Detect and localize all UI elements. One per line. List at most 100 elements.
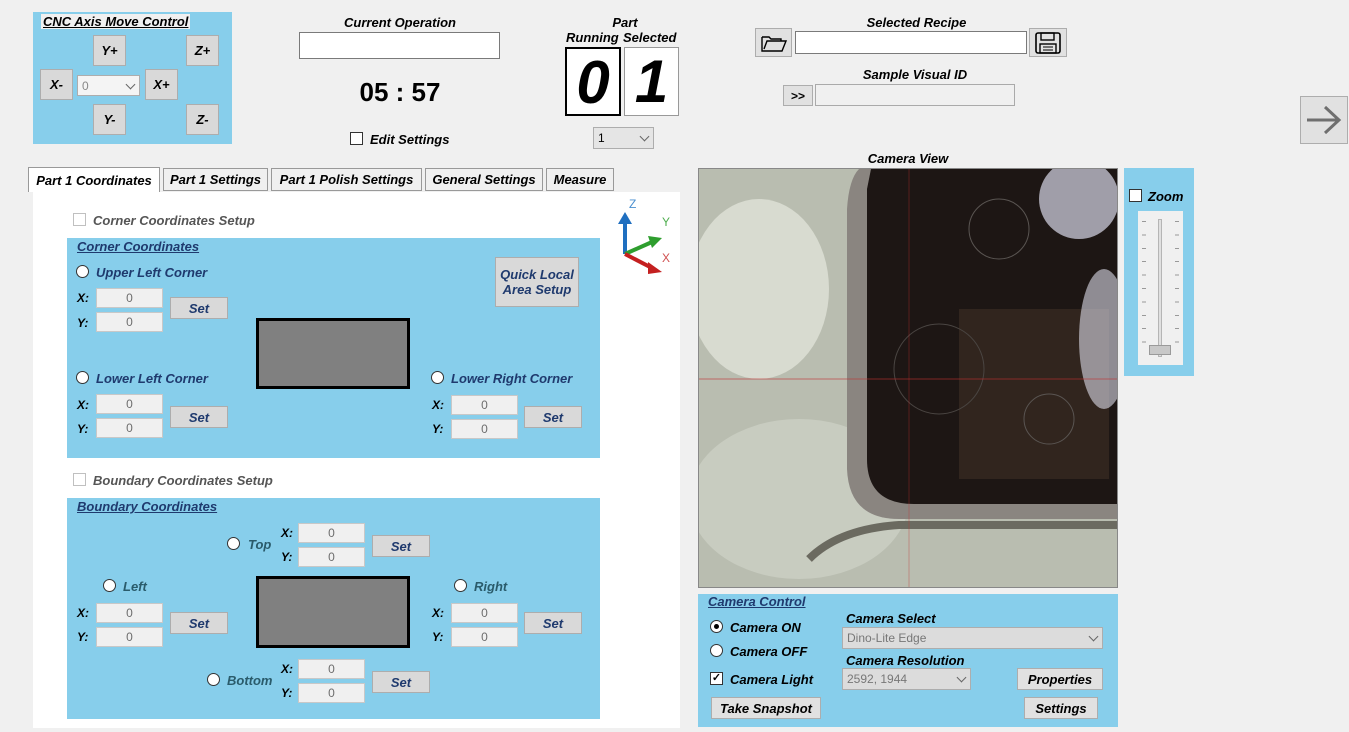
step-select[interactable]: 0 [77, 75, 140, 96]
camera-resolution-value: 2592, 1944 [847, 672, 908, 686]
camera-resolution-select[interactable]: 2592, 1944 [842, 668, 971, 690]
ll-x-input[interactable]: 0 [96, 394, 163, 414]
camera-view-title: Camera View [867, 151, 949, 166]
current-operation-title: Current Operation [344, 15, 456, 30]
corner-preview-rect [256, 318, 410, 389]
edit-settings-label: Edit Settings [370, 132, 450, 147]
upper-left-label: Upper Left Corner [96, 265, 208, 280]
camera-control-title: Camera Control [708, 594, 806, 609]
bottom-set-button[interactable]: Set [372, 671, 430, 693]
part-running-number: 0 [576, 49, 610, 116]
ul-y-input[interactable]: 0 [96, 312, 163, 332]
right-x-input[interactable]: 0 [451, 603, 518, 623]
ll-y-input[interactable]: 0 [96, 418, 163, 438]
current-operation-field[interactable] [299, 32, 500, 59]
tab-measure[interactable]: Measure [546, 168, 614, 191]
ll-x-label: X: [77, 398, 89, 412]
top-x-input[interactable]: 0 [298, 523, 365, 543]
part-select[interactable]: 1 [593, 127, 654, 149]
recipe-field[interactable] [795, 31, 1027, 54]
floppy-disk-icon [1035, 31, 1061, 54]
bottom-radio[interactable] [207, 673, 220, 686]
tab-general-settings[interactable]: General Settings [425, 168, 543, 191]
lower-left-radio[interactable] [76, 371, 89, 384]
camera-image [699, 169, 1117, 587]
take-snapshot-button[interactable]: Take Snapshot [711, 697, 821, 719]
timer-display: 05 : 57 [359, 77, 441, 107]
part-title: Part [612, 15, 638, 30]
y-minus-button[interactable]: Y- [93, 104, 126, 135]
sample-id-field[interactable] [815, 84, 1015, 106]
sample-id-button[interactable]: >> [783, 85, 813, 106]
ul-set-button[interactable]: Set [170, 297, 228, 319]
chevron-down-icon [956, 672, 967, 683]
arrow-right-icon [1307, 105, 1342, 135]
top-set-button[interactable]: Set [372, 535, 430, 557]
camera-select-value: Dino-Lite Edge [847, 631, 927, 645]
selected-recipe-title: Selected Recipe [866, 15, 967, 30]
settings-button[interactable]: Settings [1024, 697, 1098, 719]
lower-right-radio[interactable] [431, 371, 444, 384]
zoom-slider-thumb[interactable] [1149, 345, 1171, 355]
lr-y-input[interactable]: 0 [451, 419, 518, 439]
bottom-y-label: Y: [281, 686, 293, 700]
chevron-down-icon [1088, 631, 1099, 642]
right-radio[interactable] [454, 579, 467, 592]
camera-off-radio[interactable] [710, 644, 723, 657]
camera-on-radio[interactable] [710, 620, 723, 633]
z-plus-button[interactable]: Z+ [186, 35, 219, 66]
boundary-setup-label: Boundary Coordinates Setup [93, 473, 273, 488]
camera-feed[interactable] [698, 168, 1118, 588]
quick-local-area-setup-button[interactable]: Quick Local Area Setup [495, 257, 579, 307]
boundary-coordinates-title: Boundary Coordinates [77, 499, 218, 514]
cnc-axis-title: CNC Axis Move Control [41, 14, 191, 29]
bottom-x-label: X: [281, 662, 293, 676]
top-radio[interactable] [227, 537, 240, 550]
bottom-x-input[interactable]: 0 [298, 659, 365, 679]
right-y-input[interactable]: 0 [451, 627, 518, 647]
open-recipe-button[interactable] [755, 28, 792, 57]
lr-set-button[interactable]: Set [524, 406, 582, 428]
top-y-input[interactable]: 0 [298, 547, 365, 567]
upper-left-radio[interactable] [76, 265, 89, 278]
y-plus-button[interactable]: Y+ [93, 35, 126, 66]
edit-settings-checkbox[interactable] [350, 132, 363, 145]
x-minus-button[interactable]: X- [40, 69, 73, 100]
x-plus-button[interactable]: X+ [145, 69, 178, 100]
lr-y-label: Y: [432, 422, 444, 436]
properties-button[interactable]: Properties [1017, 668, 1103, 690]
tab-part-1-settings[interactable]: Part 1 Settings [163, 168, 268, 191]
right-set-button[interactable]: Set [524, 612, 582, 634]
left-y-label: Y: [77, 630, 89, 644]
camera-resolution-title: Camera Resolution [846, 653, 965, 668]
left-x-input[interactable]: 0 [96, 603, 163, 623]
boundary-setup-checkbox[interactable] [73, 473, 86, 486]
camera-light-label: Camera Light [730, 672, 814, 687]
ll-set-button[interactable]: Set [170, 406, 228, 428]
save-recipe-button[interactable] [1029, 28, 1067, 57]
corner-setup-checkbox[interactable] [73, 213, 86, 226]
camera-light-checkbox[interactable]: ✓ [710, 672, 723, 685]
top-label: Top [248, 537, 272, 552]
lr-x-label: X: [432, 398, 444, 412]
boundary-preview-rect [256, 576, 410, 648]
lr-x-input[interactable]: 0 [451, 395, 518, 415]
left-label: Left [123, 579, 147, 594]
tab-part-1-polish-settings[interactable]: Part 1 Polish Settings [271, 168, 422, 191]
ul-x-input[interactable]: 0 [96, 288, 163, 308]
camera-select[interactable]: Dino-Lite Edge [842, 627, 1103, 649]
camera-select-title: Camera Select [846, 611, 936, 626]
axis-z-label: Z [629, 197, 636, 211]
top-x-label: X: [281, 526, 293, 540]
chevron-down-icon [639, 131, 650, 142]
z-minus-button[interactable]: Z- [186, 104, 219, 135]
next-button[interactable] [1300, 96, 1348, 144]
sample-visual-id-title: Sample Visual ID [862, 67, 968, 82]
left-set-button[interactable]: Set [170, 612, 228, 634]
zoom-slider[interactable] [1138, 211, 1183, 365]
left-y-input[interactable]: 0 [96, 627, 163, 647]
tab-part-1-coordinates[interactable]: Part 1 Coordinates [28, 167, 160, 192]
zoom-checkbox[interactable] [1129, 189, 1142, 202]
bottom-y-input[interactable]: 0 [298, 683, 365, 703]
left-radio[interactable] [103, 579, 116, 592]
